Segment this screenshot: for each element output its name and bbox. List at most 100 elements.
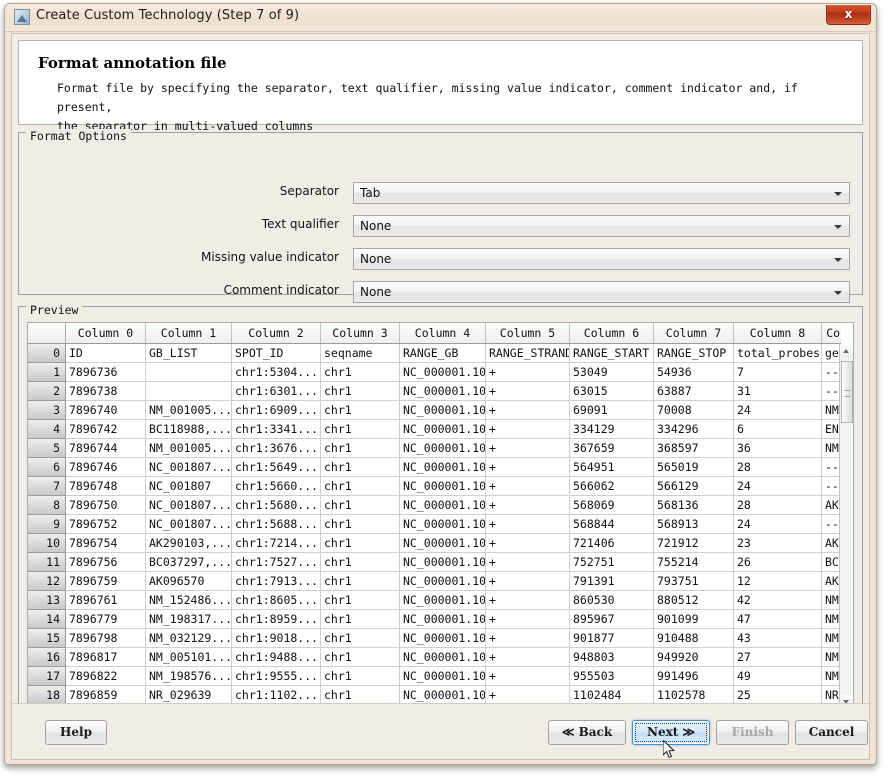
table-cell[interactable]: chr1:5649... <box>232 458 321 476</box>
separator-dropdown[interactable]: Tab <box>353 182 850 204</box>
table-row[interactable]: 7896754AK290103,...chr1:7214...chr1NC_00… <box>66 534 841 553</box>
table-cell[interactable]: 27 <box>734 648 822 666</box>
table-cell[interactable]: chr1:3676... <box>232 439 321 457</box>
table-cell[interactable]: 791391 <box>570 572 654 590</box>
row-header[interactable]: 4 <box>28 420 65 439</box>
table-cell[interactable]: 7 <box>734 363 822 381</box>
row-header[interactable]: 0 <box>28 344 65 363</box>
table-row[interactable]: 7896798NM_032129...chr1:9018...chr1NC_00… <box>66 629 841 648</box>
table-cell[interactable]: 566129 <box>654 477 734 495</box>
table-cell[interactable]: chr1 <box>321 667 400 685</box>
table-cell[interactable]: 7896761 <box>66 591 146 609</box>
table-cell[interactable]: NC_000001.10 <box>400 363 486 381</box>
table-cell[interactable]: 568069 <box>570 496 654 514</box>
table-cell[interactable]: NC_001807... <box>146 458 232 476</box>
table-cell[interactable]: 948803 <box>570 648 654 666</box>
table-cell[interactable]: chr1:7527... <box>232 553 321 571</box>
table-cell[interactable]: NM_198317... <box>146 610 232 628</box>
table-cell[interactable]: NC_000001.10 <box>400 648 486 666</box>
table-cell[interactable]: 367659 <box>570 439 654 457</box>
table-cell[interactable]: 568913 <box>654 515 734 533</box>
table-cell[interactable]: NC_000001.10 <box>400 610 486 628</box>
table-cell[interactable]: 568844 <box>570 515 654 533</box>
table-cell[interactable]: chr1 <box>321 610 400 628</box>
table-cell[interactable]: 1102484 <box>570 686 654 704</box>
table-cell[interactable]: NC_001807... <box>146 496 232 514</box>
table-cell[interactable]: NM_005101... <box>146 648 232 666</box>
table-cell[interactable]: NC_000001.10 <box>400 629 486 647</box>
table-cell[interactable]: 23 <box>734 534 822 552</box>
table-cell[interactable]: chr1:8605... <box>232 591 321 609</box>
table-cell[interactable]: 7896740 <box>66 401 146 419</box>
table-cell[interactable]: 24 <box>734 477 822 495</box>
column-header[interactable]: Column 8 <box>734 323 822 343</box>
table-cell[interactable]: chr1 <box>321 629 400 647</box>
close-icon[interactable]: x <box>826 5 871 25</box>
table-cell[interactable]: 721912 <box>654 534 734 552</box>
table-cell[interactable] <box>146 363 232 381</box>
table-cell[interactable]: NC_000001.10 <box>400 496 486 514</box>
table-cell[interactable] <box>146 382 232 400</box>
row-header[interactable]: 8 <box>28 496 65 515</box>
table-cell[interactable]: 28 <box>734 496 822 514</box>
table-cell[interactable]: chr1 <box>321 648 400 666</box>
table-cell[interactable]: 955503 <box>570 667 654 685</box>
table-cell[interactable]: BC118988,... <box>146 420 232 438</box>
table-cell[interactable]: 7896744 <box>66 439 146 457</box>
table-cell[interactable]: GB_LIST <box>146 344 232 362</box>
table-cell[interactable]: BC037297,... <box>146 553 232 571</box>
cancel-button[interactable]: Cancel <box>795 720 868 745</box>
table-cell[interactable]: 7896859 <box>66 686 146 704</box>
scroll-up-icon[interactable] <box>840 344 853 358</box>
row-header[interactable]: 3 <box>28 401 65 420</box>
table-cell[interactable]: + <box>486 591 570 609</box>
table-row[interactable]: 7896750NC_001807...chr1:5680...chr1NC_00… <box>66 496 841 515</box>
next-button[interactable]: Next ≫ <box>632 720 710 745</box>
table-cell[interactable]: 25 <box>734 686 822 704</box>
table-cell[interactable]: 568136 <box>654 496 734 514</box>
table-cell[interactable]: + <box>486 667 570 685</box>
table-cell[interactable]: + <box>486 553 570 571</box>
table-cell[interactable]: 565019 <box>654 458 734 476</box>
table-row[interactable]: 7896817NM_005101...chr1:9488...chr1NC_00… <box>66 648 841 667</box>
row-header[interactable]: 7 <box>28 477 65 496</box>
table-cell[interactable]: 721406 <box>570 534 654 552</box>
table-cell[interactable]: 26 <box>734 553 822 571</box>
table-cell[interactable]: + <box>486 686 570 704</box>
back-button[interactable]: ≪ Back <box>548 720 626 745</box>
table-cell[interactable]: NC_000001.10 <box>400 667 486 685</box>
table-cell[interactable]: NC_000001.10 <box>400 382 486 400</box>
table-cell[interactable]: RANGE_STOP <box>654 344 734 362</box>
table-cell[interactable]: + <box>486 401 570 419</box>
column-header[interactable]: Column 1 <box>146 323 232 343</box>
vertical-scrollbar[interactable] <box>839 344 853 709</box>
table-cell[interactable]: 7896752 <box>66 515 146 533</box>
table-cell[interactable]: chr1 <box>321 420 400 438</box>
column-header[interactable]: Column 4 <box>400 323 486 343</box>
table-cell[interactable]: 7896754 <box>66 534 146 552</box>
table-cell[interactable]: chr1 <box>321 477 400 495</box>
row-header[interactable]: 17 <box>28 667 65 686</box>
table-cell[interactable]: + <box>486 382 570 400</box>
table-cell[interactable]: 7896736 <box>66 363 146 381</box>
table-row[interactable]: 7896744NM_001005...chr1:3676...chr1NC_00… <box>66 439 841 458</box>
table-cell[interactable]: chr1 <box>321 458 400 476</box>
table-cell[interactable]: 36 <box>734 439 822 457</box>
table-cell[interactable]: + <box>486 515 570 533</box>
table-cell[interactable]: 1102578 <box>654 686 734 704</box>
table-cell[interactable]: 12 <box>734 572 822 590</box>
table-cell[interactable]: 910488 <box>654 629 734 647</box>
table-cell[interactable]: 949920 <box>654 648 734 666</box>
table-cell[interactable]: chr1 <box>321 363 400 381</box>
table-cell[interactable]: + <box>486 534 570 552</box>
table-cell[interactable]: chr1:9018... <box>232 629 321 647</box>
table-cell[interactable]: chr1 <box>321 515 400 533</box>
row-header[interactable]: 14 <box>28 610 65 629</box>
table-cell[interactable]: 24 <box>734 515 822 533</box>
table-cell[interactable]: NC_000001.10 <box>400 515 486 533</box>
table-row[interactable]: 7896738chr1:6301...chr1NC_000001.10+6301… <box>66 382 841 401</box>
table-cell[interactable]: NC_000001.10 <box>400 686 486 704</box>
table-row[interactable]: 7896822NM_198576...chr1:9555...chr1NC_00… <box>66 667 841 686</box>
table-cell[interactable]: NC_000001.10 <box>400 420 486 438</box>
table-row[interactable]: 7896740NM_001005...chr1:6909...chr1NC_00… <box>66 401 841 420</box>
